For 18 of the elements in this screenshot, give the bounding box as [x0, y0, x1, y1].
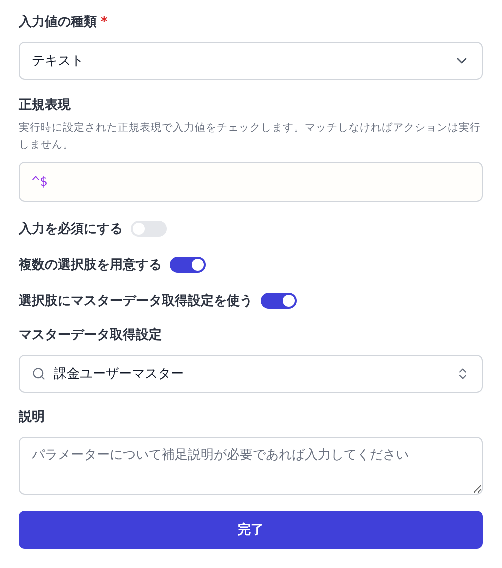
- field-label: 正規表現: [19, 97, 71, 115]
- help-text: 実行時に設定された正規表現で入力値をチェックします。マッチしなければアクションは実行しません。: [19, 121, 482, 153]
- done-button[interactable]: 完了: [19, 511, 483, 549]
- description-field[interactable]: パラメーターについて補足説明が必要であれば入力してください: [19, 437, 483, 495]
- field-label: 入力値の種類: [19, 14, 97, 32]
- regex-field[interactable]: ^$: [19, 162, 483, 202]
- toggle-switch[interactable]: [261, 293, 297, 309]
- toggle-label: 選択肢にマスターデータ取得設定を使う: [19, 292, 253, 310]
- toggle-switch[interactable]: [170, 257, 206, 273]
- search-icon: [32, 367, 46, 381]
- toggle-label: 複数の選択肢を用意する: [19, 256, 162, 274]
- field-label: マスターデータ取得設定: [19, 327, 162, 345]
- toggle-label: 入力を必須にする: [19, 220, 123, 238]
- input-type-select[interactable]: テキスト: [19, 42, 483, 80]
- master-data-combobox[interactable]: 課金ユーザーマスター: [19, 355, 483, 393]
- required-mark: *: [101, 14, 108, 32]
- toggle-switch[interactable]: [131, 221, 167, 237]
- field-label: 説明: [19, 409, 45, 427]
